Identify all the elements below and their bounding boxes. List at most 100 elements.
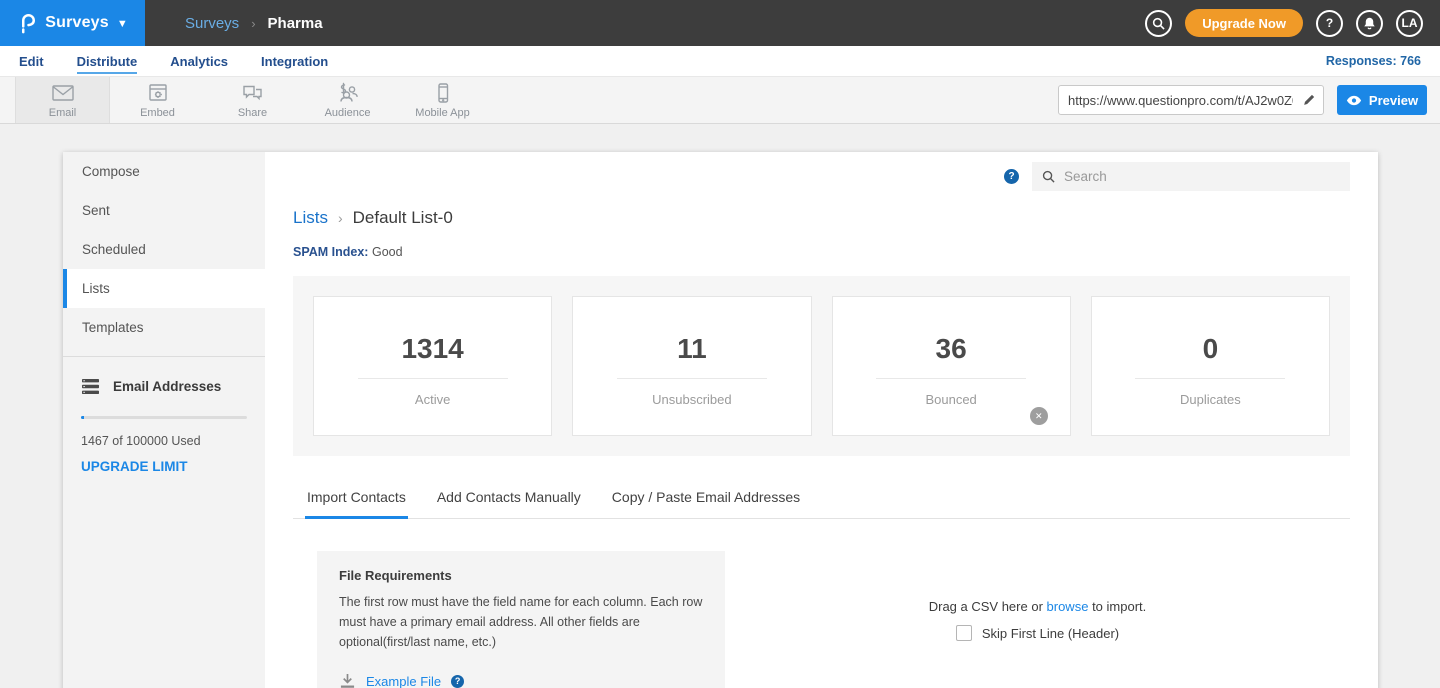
breadcrumb-survey-name: Pharma — [268, 15, 323, 32]
email-lists-card: Compose Sent Scheduled Lists Templates — [63, 152, 1378, 688]
notifications-button[interactable] — [1356, 10, 1383, 37]
spam-index-row: SPAM Index: Good — [293, 245, 1350, 259]
tab-copy-paste-emails[interactable]: Copy / Paste Email Addresses — [610, 489, 802, 518]
search-input[interactable] — [1064, 169, 1340, 184]
search-row: ? — [293, 162, 1350, 191]
product-switcher[interactable]: Surveys ▼ — [0, 0, 145, 46]
channel-label: Embed — [140, 107, 175, 119]
lists-panel: ? Lists › Default List-0 SPAM Index: Goo… — [265, 152, 1378, 688]
survey-nav-tabs: Edit Distribute Analytics Integration Re… — [0, 46, 1440, 76]
channel-audience[interactable]: Audience — [300, 77, 395, 123]
mobile-phone-icon — [432, 82, 454, 104]
survey-url-input[interactable] — [1059, 93, 1295, 108]
sidebar-item-scheduled[interactable]: Scheduled — [63, 230, 265, 269]
responses-count[interactable]: Responses: 766 — [1326, 54, 1421, 68]
pencil-icon — [1302, 93, 1316, 107]
help-button[interactable]: ? — [1316, 10, 1343, 37]
skip-first-line-label: Skip First Line (Header) — [982, 626, 1119, 641]
top-header: Surveys ▼ Surveys › Pharma Upgrade Now ? — [0, 0, 1440, 46]
email-addresses-section: Email Addresses 1467 of 100000 Used UPGR… — [63, 357, 265, 476]
tab-edit[interactable]: Edit — [19, 54, 44, 69]
channel-label: Mobile App — [415, 107, 469, 119]
dropzone-text: Drag a CSV here or browse to import. — [929, 599, 1147, 614]
clear-bounced-button[interactable]: ✕ — [1030, 407, 1048, 425]
usage-progress-fill — [81, 416, 84, 419]
email-sidebar-menu: Compose Sent Scheduled Lists Templates — [63, 152, 265, 347]
header-actions: Upgrade Now ? LA — [1145, 9, 1423, 37]
example-file-link[interactable]: Example File — [366, 674, 441, 688]
stat-card-duplicates: 0 Duplicates — [1091, 296, 1330, 436]
chevron-down-icon: ▼ — [117, 18, 128, 30]
skip-first-line-checkbox[interactable] — [956, 625, 972, 641]
stat-value: 0 — [1203, 333, 1219, 365]
eye-icon — [1346, 95, 1362, 106]
share-bubbles-icon — [241, 82, 264, 104]
stat-label: Active — [415, 392, 450, 407]
avatar-initials: LA — [1402, 16, 1418, 30]
search-icon — [1042, 170, 1055, 183]
list-icon — [81, 378, 100, 395]
example-file-row: Example File ? — [339, 673, 703, 688]
distribute-toolbar: Email Embed Share Au — [0, 76, 1440, 124]
sidebar-item-sent[interactable]: Sent — [63, 191, 265, 230]
search-button[interactable] — [1145, 10, 1172, 37]
stat-value: 11 — [677, 333, 707, 365]
stat-label: Duplicates — [1180, 392, 1241, 407]
help-icon[interactable]: ? — [1004, 169, 1019, 184]
audience-icon — [336, 82, 360, 104]
import-contacts-pane: File Requirements The first row must hav… — [293, 551, 1350, 688]
stat-divider — [617, 378, 767, 379]
preview-button[interactable]: Preview — [1337, 85, 1427, 115]
tab-integration[interactable]: Integration — [261, 54, 328, 69]
stat-label: Unsubscribed — [652, 392, 732, 407]
csv-dropzone[interactable]: Drag a CSV here or browse to import. Ski… — [725, 551, 1350, 688]
tab-analytics[interactable]: Analytics — [170, 54, 228, 69]
email-addresses-title: Email Addresses — [113, 379, 221, 394]
spam-index-label: SPAM Index: — [293, 245, 368, 259]
bell-icon — [1363, 16, 1376, 30]
stat-card-bounced: 36 Bounced ✕ — [832, 296, 1071, 436]
example-file-help-icon[interactable]: ? — [451, 675, 464, 688]
questionpro-logo-icon — [17, 12, 37, 34]
stat-value: 1314 — [401, 333, 463, 365]
embed-window-icon — [147, 82, 169, 104]
channel-label: Share — [238, 107, 267, 119]
browse-link[interactable]: browse — [1047, 599, 1089, 614]
channel-mobile-app[interactable]: Mobile App — [395, 77, 490, 123]
envelope-icon — [51, 82, 75, 104]
sidebar-item-templates[interactable]: Templates — [63, 308, 265, 347]
channel-share[interactable]: Share — [205, 77, 300, 123]
file-requirements-box: File Requirements The first row must hav… — [317, 551, 725, 688]
breadcrumb: Surveys › Pharma — [185, 15, 323, 32]
tab-add-contacts-manually[interactable]: Add Contacts Manually — [435, 489, 583, 518]
channel-list: Email Embed Share Au — [15, 77, 490, 123]
stat-card-unsubscribed: 11 Unsubscribed — [572, 296, 811, 436]
channel-email[interactable]: Email — [15, 77, 110, 123]
stat-divider — [358, 378, 508, 379]
stat-divider — [1135, 378, 1285, 379]
product-name: Surveys — [45, 14, 109, 32]
file-requirements-title: File Requirements — [339, 568, 703, 583]
sidebar-item-compose[interactable]: Compose — [63, 152, 265, 191]
upgrade-now-button[interactable]: Upgrade Now — [1185, 9, 1303, 37]
tab-import-contacts[interactable]: Import Contacts — [305, 489, 408, 518]
dropzone-text-after: to import. — [1092, 599, 1146, 614]
channel-label: Email — [49, 107, 77, 119]
breadcrumb-surveys-link[interactable]: Surveys — [185, 15, 239, 32]
email-sidebar: Compose Sent Scheduled Lists Templates — [63, 152, 265, 688]
spam-index-value: Good — [372, 245, 403, 259]
edit-url-button[interactable] — [1295, 86, 1323, 114]
sidebar-item-lists[interactable]: Lists — [63, 269, 265, 308]
breadcrumb-separator: › — [338, 210, 343, 226]
upgrade-limit-link[interactable]: UPGRADE LIMIT — [81, 459, 188, 474]
channel-embed[interactable]: Embed — [110, 77, 205, 123]
email-addresses-header: Email Addresses — [81, 378, 247, 395]
avatar[interactable]: LA — [1396, 10, 1423, 37]
header-bar: Surveys › Pharma Upgrade Now ? — [145, 0, 1440, 46]
lists-link[interactable]: Lists — [293, 208, 328, 228]
stat-divider — [876, 378, 1026, 379]
tab-distribute[interactable]: Distribute — [77, 54, 138, 69]
contacts-tabs: Import Contacts Add Contacts Manually Co… — [293, 489, 1350, 519]
content-area: Compose Sent Scheduled Lists Templates — [0, 124, 1440, 688]
usage-progress-bar — [81, 416, 247, 419]
